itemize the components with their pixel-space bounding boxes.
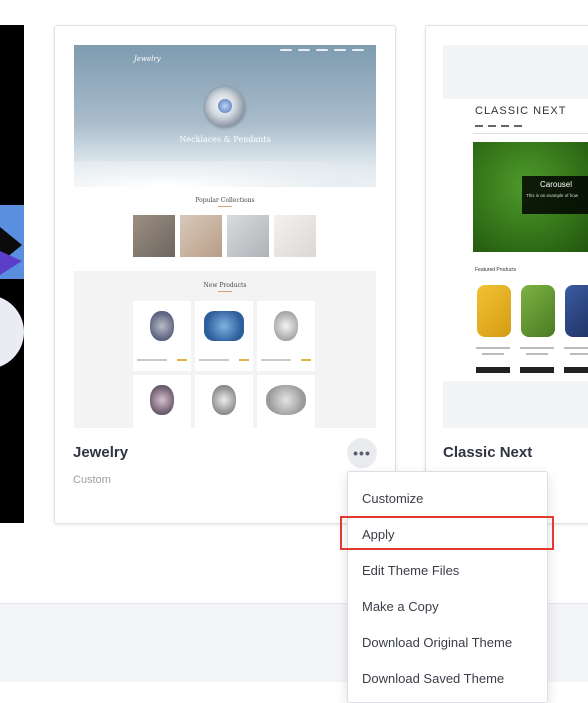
- theme-status: Custom: [73, 474, 111, 486]
- preview-products: [473, 281, 588, 381]
- preview-section-title: Popular Collections: [74, 197, 376, 207]
- theme-card-classic-next: CLASSIC NEXT Carousel This is an example…: [425, 25, 588, 524]
- preview-clouds: [74, 161, 376, 187]
- theme-preview-classic-next[interactable]: CLASSIC NEXT Carousel This is an example…: [443, 45, 588, 428]
- preview-hero: Jewelry Necklaces & Pendants: [74, 45, 376, 187]
- preview-header-bg: [443, 45, 588, 99]
- preview-collections: [133, 215, 316, 257]
- more-options-button[interactable]: •••: [347, 438, 377, 468]
- preview-shape: [0, 251, 22, 275]
- preview-product-grid: [133, 301, 315, 428]
- theme-card-partial[interactable]: [0, 25, 24, 523]
- preview-banner-image: Carousel This is an example of how: [473, 142, 588, 252]
- preview-section-title: New Products: [74, 282, 376, 292]
- menu-item-download-original-theme[interactable]: Download Original Theme: [362, 635, 512, 650]
- preview-menu: [475, 125, 522, 127]
- preview-shape: [0, 295, 24, 369]
- theme-preview-jewelry[interactable]: Jewelry Necklaces & Pendants Popular Col…: [74, 45, 376, 428]
- pendant-image: [205, 87, 245, 127]
- preview-nav: [280, 49, 364, 51]
- menu-item-download-saved-theme[interactable]: Download Saved Theme: [362, 671, 504, 686]
- preview-brand: Jewelry: [134, 55, 161, 63]
- banner-text: This is an example of how: [526, 193, 579, 198]
- preview-footer-bg: [443, 381, 588, 428]
- banner-title: Carousel: [540, 180, 573, 189]
- theme-name: Jewelry: [73, 444, 129, 461]
- menu-item-apply[interactable]: Apply: [362, 527, 395, 542]
- menu-item-make-a-copy[interactable]: Make a Copy: [362, 599, 439, 614]
- menu-item-customize[interactable]: Customize: [362, 491, 423, 506]
- preview-featured-title: Featured Products: [475, 267, 517, 273]
- theme-name: Classic Next: [443, 444, 533, 461]
- preview-banner: Carousel This is an example of how: [522, 176, 588, 214]
- preview-headline: Necklaces & Pendants: [179, 135, 271, 144]
- theme-options-menu: Customize Apply Edit Theme Files Make a …: [347, 471, 548, 703]
- menu-item-edit-theme-files[interactable]: Edit Theme Files: [362, 563, 459, 578]
- divider: [473, 133, 588, 134]
- preview-site-title: CLASSIC NEXT: [475, 105, 567, 117]
- theme-card-jewelry: Jewelry Necklaces & Pendants Popular Col…: [54, 25, 396, 524]
